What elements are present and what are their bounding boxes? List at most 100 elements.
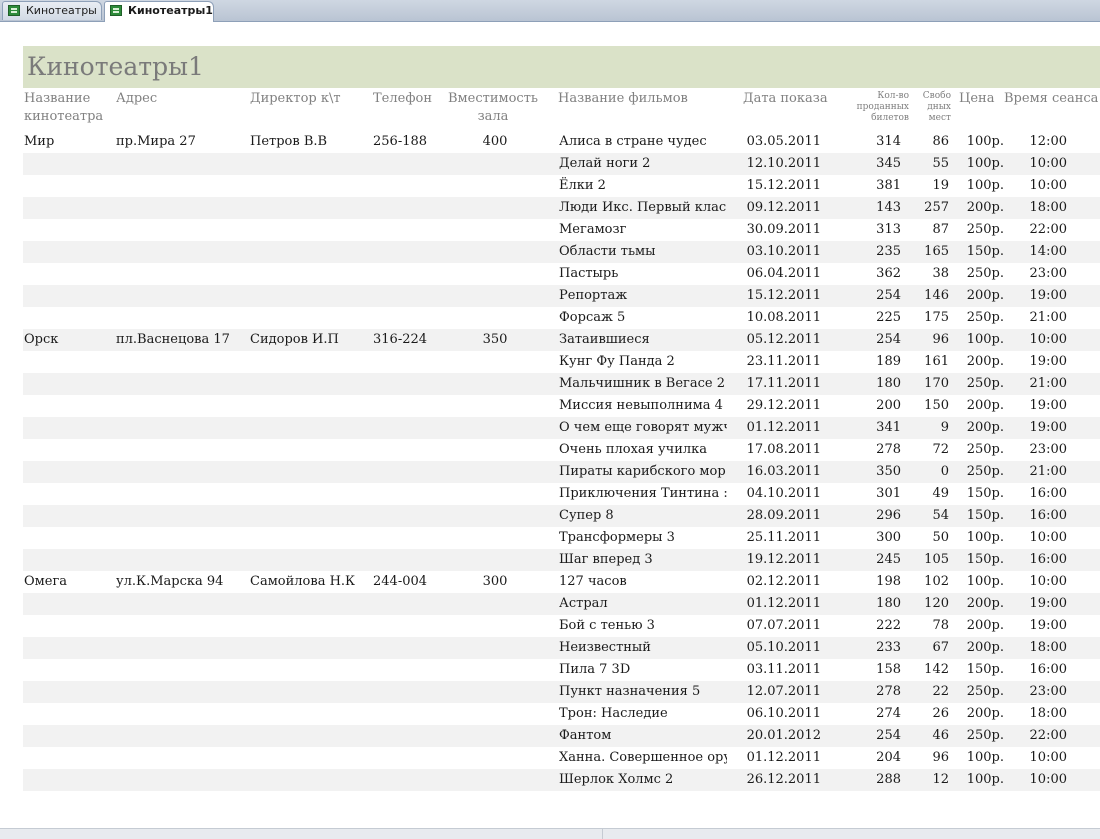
cell-address bbox=[116, 351, 246, 373]
cell-film: Неизвестный bbox=[559, 640, 651, 655]
header-date: Дата показа bbox=[743, 91, 828, 106]
cell-name bbox=[24, 461, 114, 483]
cell-capacity bbox=[445, 615, 545, 637]
cell-phone bbox=[373, 549, 443, 571]
cell-director bbox=[250, 747, 370, 769]
table-row: Форсаж 5 10.08.2011 225 175 250р. 21:00 bbox=[23, 307, 1100, 329]
cell-capacity bbox=[445, 505, 545, 527]
cell-phone bbox=[373, 769, 443, 791]
cell-capacity bbox=[445, 593, 545, 615]
cell-address bbox=[116, 175, 246, 197]
cell-price: 100р. bbox=[966, 178, 1004, 193]
cell-address bbox=[116, 417, 246, 439]
cell-time: 10:00 bbox=[1029, 574, 1067, 589]
cell-address: ул.К.Марска 94 bbox=[116, 574, 224, 589]
cell-free: 96 bbox=[932, 332, 949, 347]
cell-price: 100р. bbox=[966, 156, 1004, 171]
cell-film: Мальчишник в Вегасе 2 bbox=[559, 376, 725, 391]
cell-sold: 288 bbox=[876, 772, 901, 787]
cell-time: 14:00 bbox=[1029, 244, 1067, 259]
cell-price: 250р. bbox=[966, 376, 1004, 391]
tab-cinemas1[interactable]: Кинотеатры1 bbox=[104, 1, 214, 22]
table-row: Очень плохая училка 17.08.2011 278 72 250р. 2… bbox=[23, 439, 1100, 461]
cell-sold: 254 bbox=[876, 332, 901, 347]
cell-film: Пила 7 3D bbox=[559, 662, 631, 677]
cell-capacity bbox=[445, 747, 545, 769]
cell-film: О чем еще говорят мужч bbox=[559, 420, 727, 435]
cell-director bbox=[250, 285, 370, 307]
cell-free: 55 bbox=[932, 156, 949, 171]
cell-film: Шерлок Холмс 2 bbox=[559, 772, 674, 787]
header-director: Директор к\т bbox=[250, 91, 341, 106]
cell-date: 05.10.2011 bbox=[746, 640, 821, 655]
cell-sold: 254 bbox=[876, 288, 901, 303]
cell-sold: 301 bbox=[876, 486, 901, 501]
cell-capacity bbox=[445, 461, 545, 483]
table-row: Астрал 01.12.2011 180 120 200р. 19:00 bbox=[23, 593, 1100, 615]
cell-time: 23:00 bbox=[1029, 266, 1067, 281]
cell-phone bbox=[373, 219, 443, 241]
cell-phone bbox=[373, 395, 443, 417]
cell-name bbox=[24, 593, 114, 615]
cell-free: 0 bbox=[940, 464, 949, 479]
cell-film: Пастырь bbox=[559, 266, 619, 281]
cell-date: 06.10.2011 bbox=[746, 706, 821, 721]
cell-time: 19:00 bbox=[1029, 398, 1067, 413]
table-row: Миссия невыполнима 4 29.12.2011 200 150 200р… bbox=[23, 395, 1100, 417]
table-row: Пираты карибского мор: 16.03.2011 350 0 250р… bbox=[23, 461, 1100, 483]
cell-phone: 316-224 bbox=[373, 332, 428, 347]
cell-director bbox=[250, 527, 370, 549]
cell-price: 100р. bbox=[966, 332, 1004, 347]
horizontal-scrollbar[interactable] bbox=[0, 828, 1100, 839]
cell-free: 161 bbox=[924, 354, 949, 369]
cell-address bbox=[116, 483, 246, 505]
table-row: Орск пл.Васнецова 17 Сидоров И.П 316-224 350… bbox=[23, 329, 1100, 351]
cell-director bbox=[250, 219, 370, 241]
cell-free: 26 bbox=[932, 706, 949, 721]
table-row: Пункт назначения 5 12.07.2011 278 22 250р. 23… bbox=[23, 681, 1100, 703]
cell-capacity: 350 bbox=[482, 332, 508, 347]
cell-date: 20.01.2012 bbox=[746, 728, 821, 743]
cell-sold: 222 bbox=[876, 618, 901, 633]
cell-capacity bbox=[445, 153, 545, 175]
cell-capacity bbox=[445, 219, 545, 241]
table-row: Мегамозг 30.09.2011 313 87 250р. 22:00 bbox=[23, 219, 1100, 241]
cell-phone bbox=[373, 153, 443, 175]
cell-address bbox=[116, 703, 246, 725]
cell-free: 50 bbox=[932, 530, 949, 545]
cell-address bbox=[116, 197, 246, 219]
cell-phone bbox=[373, 285, 443, 307]
cell-director bbox=[250, 351, 370, 373]
cell-date: 15.12.2011 bbox=[746, 178, 821, 193]
cell-free: 49 bbox=[932, 486, 949, 501]
table-row: Омега ул.К.Марска 94 Самойлова Н.К 244-004 3… bbox=[23, 571, 1100, 593]
report-icon bbox=[8, 5, 20, 16]
cell-phone bbox=[373, 439, 443, 461]
table-row: Трон: Наследие 06.10.2011 274 26 200р. 18:00 bbox=[23, 703, 1100, 725]
cell-sold: 180 bbox=[876, 376, 901, 391]
cell-price: 150р. bbox=[966, 508, 1004, 523]
cell-address bbox=[116, 285, 246, 307]
cell-name bbox=[24, 417, 114, 439]
table-row: Ханна. Совершенное ору 01.12.2011 204 96 100… bbox=[23, 747, 1100, 769]
cell-phone bbox=[373, 527, 443, 549]
cell-price: 250р. bbox=[966, 684, 1004, 699]
cell-name bbox=[24, 659, 114, 681]
tab-cinemas[interactable]: Кинотеатры bbox=[2, 1, 102, 20]
cell-capacity bbox=[445, 483, 545, 505]
cell-time: 21:00 bbox=[1029, 376, 1067, 391]
cell-price: 150р. bbox=[966, 244, 1004, 259]
cell-name bbox=[24, 615, 114, 637]
cell-name: Омега bbox=[24, 574, 68, 589]
cell-free: 96 bbox=[932, 750, 949, 765]
cell-price: 150р. bbox=[966, 486, 1004, 501]
cell-name: Мир bbox=[24, 134, 55, 149]
cell-film: Люди Икс. Первый клас bbox=[559, 200, 727, 215]
cell-free: 12 bbox=[932, 772, 949, 787]
cell-phone bbox=[373, 417, 443, 439]
cell-sold: 314 bbox=[876, 134, 901, 149]
cell-phone bbox=[373, 637, 443, 659]
report-title: Кинотеатры1 bbox=[27, 52, 204, 81]
cell-capacity bbox=[445, 417, 545, 439]
cell-free: 19 bbox=[932, 178, 949, 193]
